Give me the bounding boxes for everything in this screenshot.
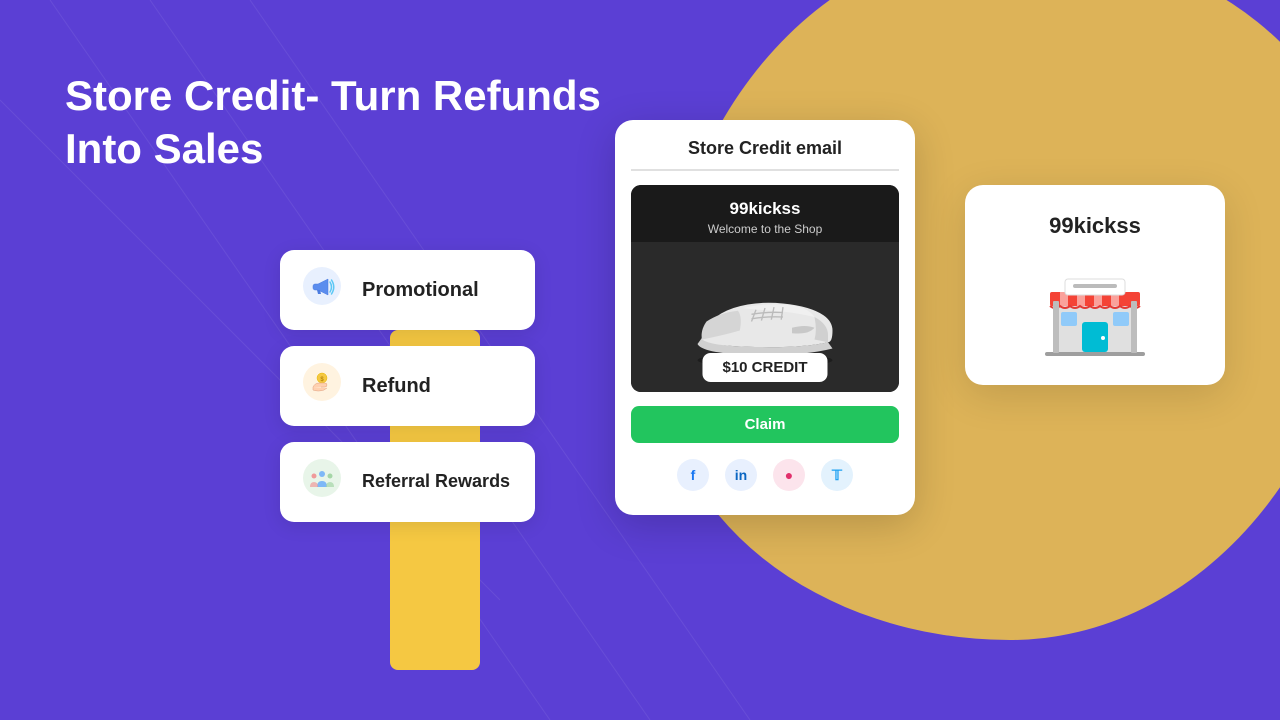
email-card: Store Credit email 99kickss Welcome to t… — [615, 120, 915, 515]
store-card-name: 99kickss — [1049, 213, 1141, 239]
email-inner-header: 99kickss Welcome to the Shop — [631, 185, 899, 242]
twitter-icon[interactable]: 𝕋 — [821, 459, 853, 491]
referral-card[interactable]: Referral Rewards — [280, 442, 535, 522]
shop-subtitle: Welcome to the Shop — [641, 222, 889, 236]
promotional-icon — [300, 267, 344, 313]
shop-name: 99kickss — [641, 199, 889, 219]
credit-badge: $10 CREDIT — [702, 353, 827, 382]
facebook-icon[interactable]: f — [677, 459, 709, 491]
feature-card-list: Promotional $ Refund — [280, 250, 535, 522]
promotional-card[interactable]: Promotional — [280, 250, 535, 330]
refund-card[interactable]: $ Refund — [280, 346, 535, 426]
hero-text-block: Store Credit- Turn Refunds Into Sales — [65, 70, 601, 175]
instagram-icon[interactable]: ● — [773, 459, 805, 491]
linkedin-icon[interactable]: in — [725, 459, 757, 491]
social-icons: f in ● 𝕋 — [615, 459, 915, 491]
email-card-divider — [631, 169, 899, 171]
refund-label: Refund — [362, 375, 431, 398]
referral-icon — [300, 459, 344, 505]
refund-icon: $ — [300, 363, 344, 409]
store-card: 99kickss — [965, 185, 1225, 385]
promotional-label: Promotional — [362, 279, 479, 302]
shoe-image: $10 CREDIT — [631, 242, 899, 392]
email-card-inner: 99kickss Welcome to the Shop — [631, 185, 899, 392]
email-card-title: Store Credit email — [615, 120, 915, 169]
claim-button[interactable]: Claim — [631, 406, 899, 443]
referral-label: Referral Rewards — [362, 471, 510, 493]
hero-title: Store Credit- Turn Refunds Into Sales — [65, 70, 601, 175]
store-building-icon — [1035, 257, 1155, 357]
